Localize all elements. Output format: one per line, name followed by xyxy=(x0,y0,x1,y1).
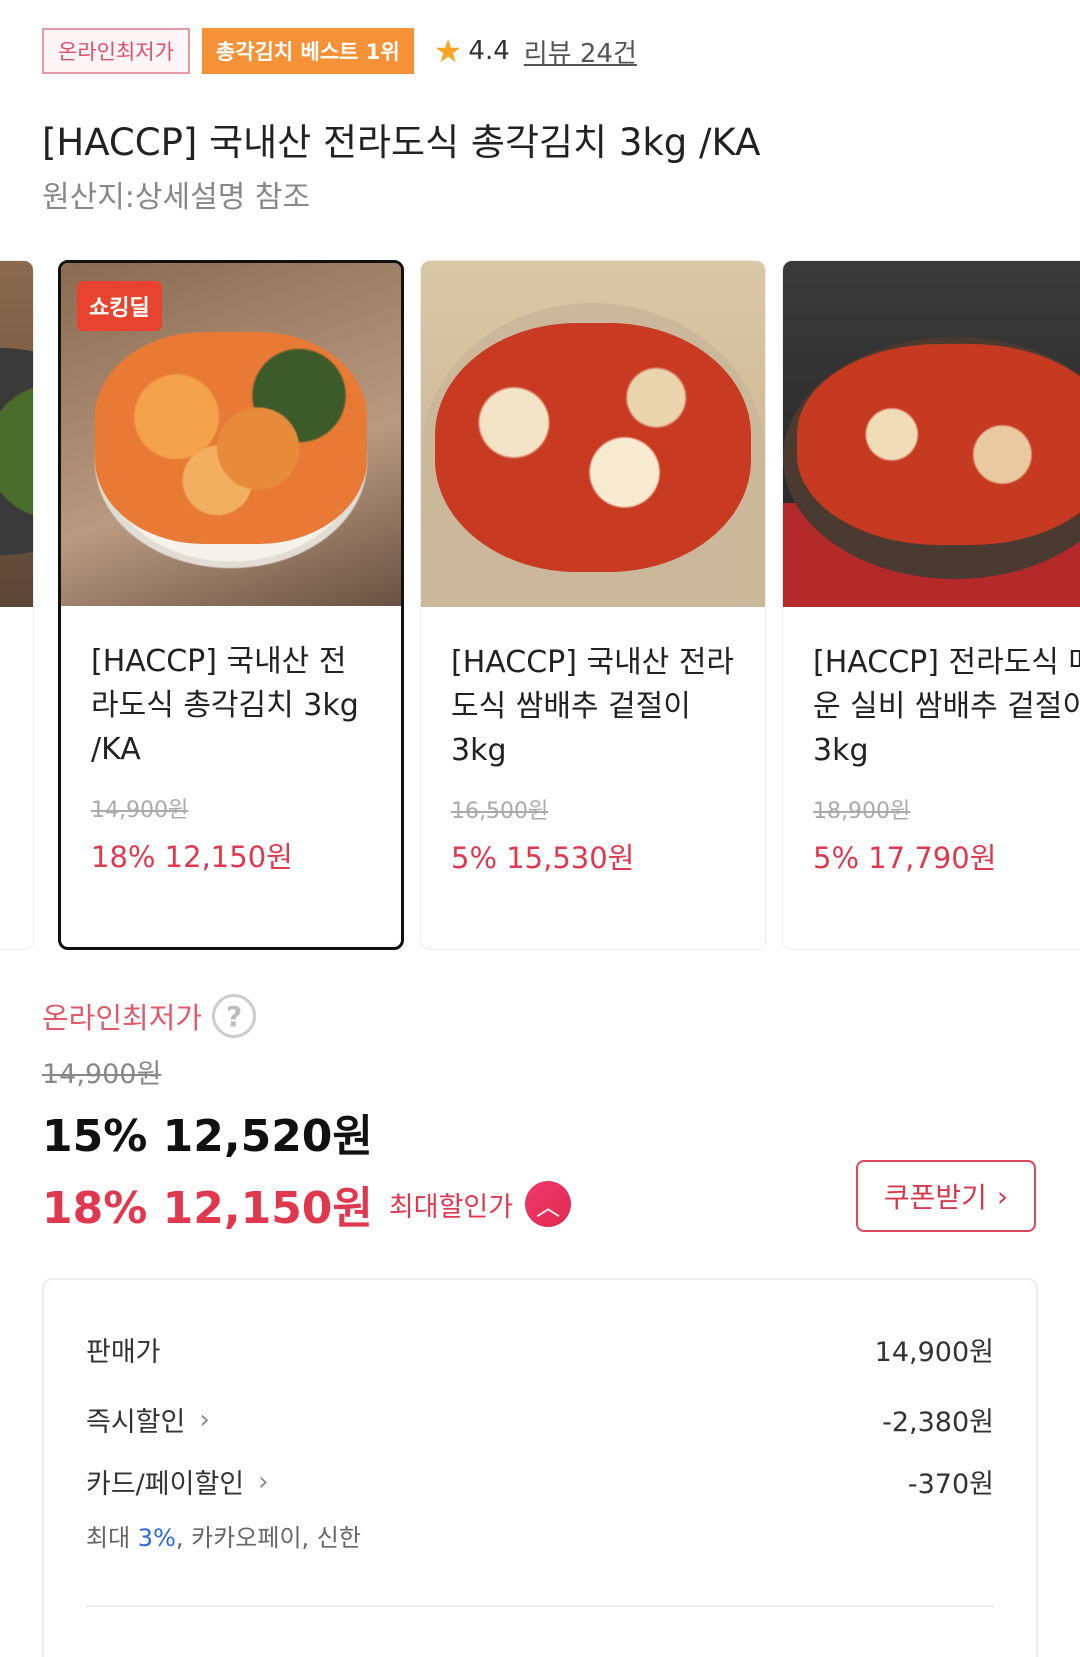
price-summary-box: 판매가 14,900원 즉시할인 › -2,380원 카드/페이할인 › -37… xyxy=(42,1278,1038,1657)
max-discount-value: 18% 12,150원 xyxy=(42,1183,373,1234)
product-card-name: [HACCP] 국내산 전라도식 쌈배추 겉절이 3kg xyxy=(451,645,735,768)
chevron-right-icon[interactable]: › xyxy=(199,1405,209,1435)
summary-row-value: -2,380원 xyxy=(882,1407,994,1438)
summary-row-label: 판매가 xyxy=(86,1337,161,1368)
product-image xyxy=(0,261,33,607)
summary-row-list-price: 판매가 14,900원 xyxy=(86,1330,994,1369)
chevron-right-icon[interactable]: › xyxy=(258,1467,268,1497)
product-card-original-price: 18,900원 xyxy=(813,799,911,824)
product-badges: 온라인최저가 총각김치 베스트 1위 ★ 4.4 리뷰 24건 xyxy=(42,28,637,74)
product-card-3[interactable]: [HACCP] 전라도식 매운 실비 쌈배추 겉절이 3kg 18,900원 5… xyxy=(782,260,1080,950)
max-discount-price: 18% 12,150원 최대할인가 ︿ xyxy=(42,1172,572,1236)
star-icon: ★ xyxy=(433,32,463,70)
product-card-name: [HACCP] 국내산 전라도식 총각김치 3kg /KA xyxy=(91,644,359,767)
coupon-button-label: 쿠폰받기 xyxy=(883,1181,987,1214)
card-discount-note: 최대 3%, 카카오페이, 신한 xyxy=(86,1524,361,1552)
best-seller-badge: 총각김치 베스트 1위 xyxy=(201,28,414,74)
product-image xyxy=(421,261,765,607)
product-card-2[interactable]: [HACCP] 국내산 전라도식 쌈배추 겉절이 3kg 16,500원 5% … xyxy=(420,260,766,950)
product-card-partial[interactable] xyxy=(0,260,34,950)
summary-row-instant-discount[interactable]: 즉시할인 › -2,380원 xyxy=(86,1400,994,1439)
original-price: 14,900원 xyxy=(42,1059,162,1090)
deal-tag: 쇼킹딜 xyxy=(77,281,162,331)
card-discount-highlight: 3% xyxy=(137,1524,176,1552)
summary-row-label: 카드/페이할인 xyxy=(86,1469,245,1500)
product-card-1[interactable]: 쇼킹딜 [HACCP] 국내산 전라도식 총각김치 3kg /KA 14,900… xyxy=(58,260,404,950)
rating: ★ 4.4 리뷰 24건 xyxy=(434,33,637,70)
rating-score: 4.4 xyxy=(468,36,510,66)
product-title: [HACCP] 국내산 전라도식 총각김치 3kg /KA xyxy=(42,121,761,164)
product-card-sale-price: 5% 17,790원 xyxy=(813,841,997,875)
product-image: 쇼킹딜 xyxy=(61,263,401,606)
summary-row-value: 14,900원 xyxy=(874,1337,994,1368)
summary-row-value: -370원 xyxy=(907,1469,994,1500)
price-label-text: 온라인최저가 xyxy=(42,1001,203,1035)
price-label: 온라인최저가 ? xyxy=(42,994,257,1038)
product-origin: 원산지:상세설명 참조 xyxy=(42,180,311,215)
chevron-right-icon: › xyxy=(996,1179,1009,1213)
max-discount-label: 최대할인가 xyxy=(388,1191,514,1223)
summary-row-label: 즉시할인 xyxy=(86,1407,186,1438)
product-card-name: [HACCP] 전라도식 매운 실비 쌈배추 겉절이 3kg xyxy=(813,645,1080,768)
related-products-carousel[interactable]: 쇼킹딜 [HACCP] 국내산 전라도식 총각김치 3kg /KA 14,900… xyxy=(0,260,1080,952)
product-card-original-price: 16,500원 xyxy=(451,799,549,824)
product-card-sale-price: 18% 12,150원 xyxy=(91,840,293,874)
lowest-price-badge: 온라인최저가 xyxy=(42,28,190,74)
question-circle-icon[interactable]: ? xyxy=(212,994,257,1038)
summary-row-card-discount[interactable]: 카드/페이할인 › -370원 xyxy=(86,1462,994,1501)
product-card-original-price: 14,900원 xyxy=(91,798,189,823)
divider xyxy=(86,1605,994,1607)
coupon-button[interactable]: 쿠폰받기 › xyxy=(856,1160,1036,1232)
product-card-sale-price: 5% 15,530원 xyxy=(451,841,635,875)
sale-price: 15% 12,520원 xyxy=(42,1111,373,1162)
review-count-link[interactable]: 리뷰 24건 xyxy=(524,33,637,70)
chevron-up-icon[interactable]: ︿ xyxy=(525,1181,572,1227)
product-image xyxy=(783,261,1080,607)
